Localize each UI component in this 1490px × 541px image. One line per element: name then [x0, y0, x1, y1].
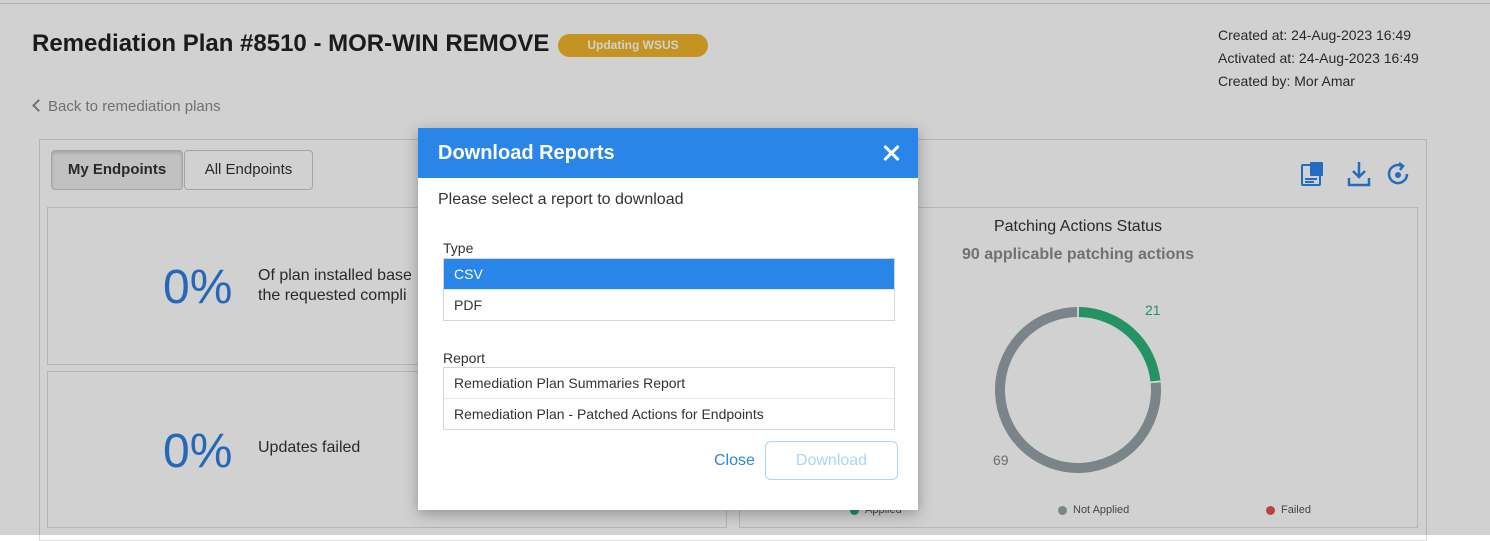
- download-button[interactable]: Download: [765, 441, 898, 480]
- report-option-summaries[interactable]: Remediation Plan Summaries Report: [444, 368, 894, 399]
- type-option-pdf[interactable]: PDF: [444, 290, 894, 320]
- type-list: CSV PDF: [443, 258, 895, 321]
- dialog-header: Download Reports: [418, 128, 918, 178]
- report-option-patched-actions[interactable]: Remediation Plan - Patched Actions for E…: [444, 399, 894, 429]
- close-icon[interactable]: [881, 143, 901, 163]
- dialog-title: Download Reports: [438, 142, 615, 164]
- report-list: Remediation Plan Summaries Report Remedi…: [443, 367, 895, 430]
- report-label: Report: [443, 350, 486, 366]
- download-reports-dialog: Download Reports Please select a report …: [418, 128, 918, 510]
- close-button[interactable]: Close: [714, 452, 755, 470]
- type-option-csv[interactable]: CSV: [444, 259, 894, 290]
- type-label: Type: [443, 240, 474, 256]
- dialog-description: Please select a report to download: [438, 191, 684, 208]
